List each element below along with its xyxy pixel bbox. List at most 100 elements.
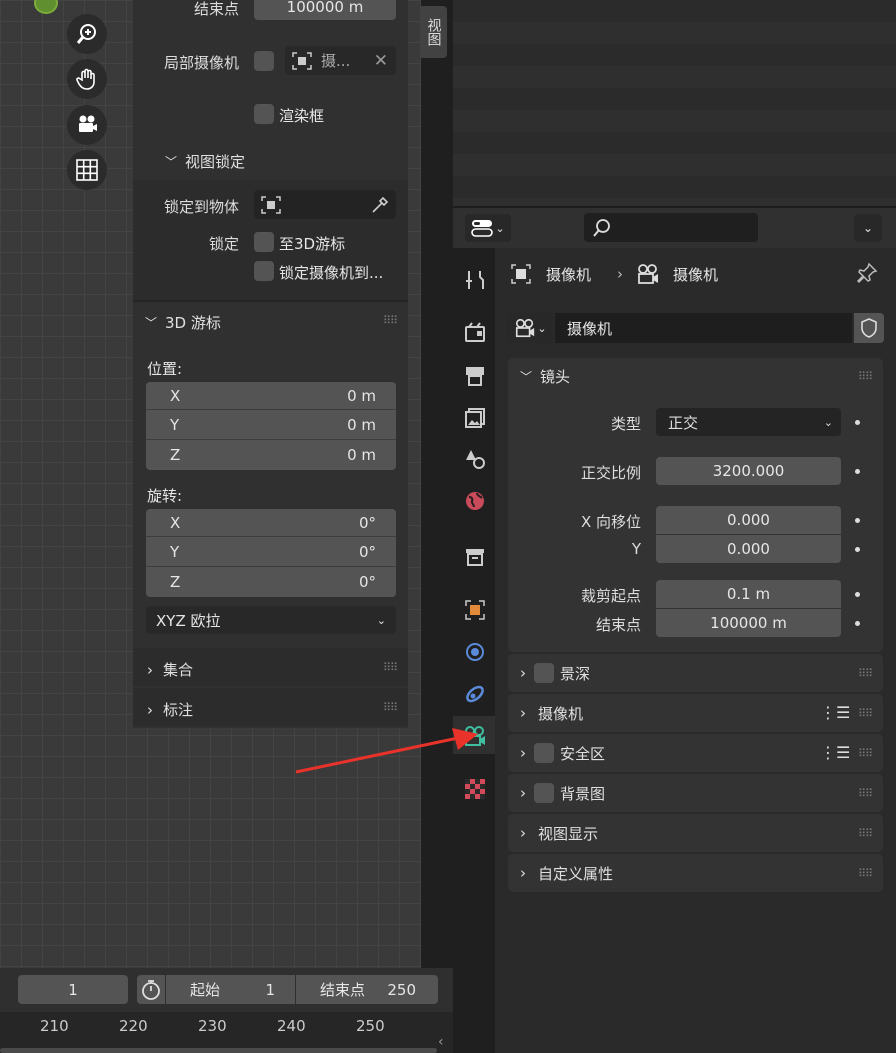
chevron-left-icon[interactable]: ‹: [438, 1034, 444, 1050]
datablock-name-field[interactable]: 摄像机: [555, 313, 852, 343]
start-frame-field[interactable]: 起始 1: [166, 975, 295, 1004]
location-x-field[interactable]: X0 m: [146, 382, 396, 410]
shift-y-field[interactable]: 0.000: [656, 535, 841, 563]
fake-user-shield-icon[interactable]: [854, 313, 884, 343]
keyframe-dot[interactable]: [855, 420, 860, 425]
lens-title: 镜头: [540, 367, 571, 386]
shift-x-field[interactable]: 0.000: [656, 506, 841, 534]
ruler-tick-label: 210: [40, 1017, 69, 1035]
ortho-scale-label: 正交比例: [580, 464, 641, 482]
end-frame-field[interactable]: 结束点 250: [296, 975, 438, 1004]
view-layer-tab-icon[interactable]: [462, 405, 488, 431]
editor-type-button[interactable]: ⌄: [465, 214, 511, 242]
drag-grip-icon[interactable]: ⠿⠿: [383, 661, 398, 674]
output-tab-icon[interactable]: [462, 363, 488, 389]
tab-view[interactable]: 视图: [420, 6, 447, 58]
current-frame-field[interactable]: 1: [18, 975, 128, 1004]
pin-icon[interactable]: [856, 262, 878, 288]
scene-tab-icon[interactable]: [462, 446, 488, 472]
local-camera-checkbox[interactable]: [254, 51, 274, 71]
collection-tab-icon[interactable]: [462, 544, 488, 570]
lock-object-field[interactable]: [254, 190, 396, 219]
rotation-y-field[interactable]: Y 0°: [146, 537, 396, 567]
physics-tab-icon[interactable]: [462, 639, 488, 665]
drag-grip-icon[interactable]: ⠿⠿: [858, 827, 873, 840]
datablock-browse-button[interactable]: ⌄: [507, 313, 553, 343]
drag-grip-icon[interactable]: ⠿⠿: [858, 867, 873, 880]
grid-ortho-icon[interactable]: [67, 150, 107, 190]
camera-panel[interactable]: › 摄像机 ⋮☰ ⠿⠿: [508, 694, 883, 732]
dof-panel[interactable]: › 景深 ⠿⠿: [508, 654, 883, 692]
drag-grip-icon[interactable]: ⠿⠿: [858, 787, 873, 800]
collections-title: 集合: [163, 661, 194, 679]
custom-properties-panel[interactable]: › 自定义属性 ⠿⠿: [508, 854, 883, 892]
shift-y-label: Y: [631, 540, 641, 558]
start-label: 起始: [190, 981, 221, 999]
properties-main: 摄像机 › 摄像机 ⌄ 摄像机 ﹀ 镜头 ⠿⠿ 类型 正交 ⌄ 正交比例 320…: [495, 248, 896, 1053]
lock-3d-cursor-checkbox[interactable]: [254, 232, 274, 252]
type-select[interactable]: 正交 ⌄: [656, 408, 841, 436]
safe-areas-checkbox[interactable]: [534, 743, 554, 763]
local-camera-field[interactable]: 摄... ✕: [285, 46, 396, 75]
safe-areas-panel[interactable]: › 安全区 ⋮☰ ⠿⠿: [508, 734, 883, 772]
drag-grip-icon[interactable]: ⠿⠿: [858, 707, 873, 720]
viewport-display-panel[interactable]: › 视图显示 ⠿⠿: [508, 814, 883, 852]
presets-list-icon[interactable]: ⋮☰: [820, 703, 850, 722]
collections-header[interactable]: › 集合: [147, 659, 193, 680]
world-tab-icon[interactable]: [462, 488, 488, 514]
lens-header[interactable]: ﹀ 镜头: [508, 358, 883, 394]
background-images-panel[interactable]: › 背景图 ⠿⠿: [508, 774, 883, 812]
drag-grip-icon[interactable]: ⠿⠿: [858, 370, 873, 383]
object-tab-icon[interactable]: [462, 597, 488, 623]
options-dropdown-button[interactable]: ⌄: [854, 214, 882, 242]
custom-properties-title: 自定义属性: [538, 864, 614, 883]
rotation-x-field[interactable]: X 0°: [146, 509, 396, 537]
drag-grip-icon[interactable]: ⠿⠿: [858, 747, 873, 760]
hand-pan-icon[interactable]: [67, 59, 107, 99]
tool-tab-icon[interactable]: [462, 267, 488, 293]
render-region-checkbox[interactable]: [254, 104, 274, 124]
location-z-field[interactable]: Z0 m: [146, 440, 396, 470]
drag-grip-icon[interactable]: ⠿⠿: [858, 667, 873, 680]
keyframe-dot[interactable]: [855, 469, 860, 474]
search-input[interactable]: [584, 213, 758, 242]
keyframe-dot[interactable]: [855, 547, 860, 552]
outliner-area[interactable]: [453, 0, 896, 206]
constraints-tab-icon[interactable]: [462, 681, 488, 707]
ortho-scale-field[interactable]: 3200.000: [656, 457, 841, 485]
rotation-mode-select[interactable]: XYZ 欧拉 ⌄: [146, 606, 396, 634]
view-lock-header[interactable]: ﹀ 视图锁定: [165, 151, 245, 172]
timeline-area: 1 起始 1 结束点 250 210 220 230 240 250 ‹: [0, 968, 453, 1053]
dof-checkbox[interactable]: [534, 663, 554, 683]
background-images-checkbox[interactable]: [534, 783, 554, 803]
eyedropper-icon[interactable]: [370, 195, 390, 215]
viewport-display-title: 视图显示: [538, 824, 599, 843]
drag-grip-icon[interactable]: ⠿⠿: [383, 314, 398, 327]
lock-3d-cursor-label: 至3D游标: [279, 235, 346, 253]
camera-data-icon: [638, 264, 659, 284]
clip-start-label: 裁剪起点: [580, 587, 641, 605]
camera-view-icon[interactable]: [67, 105, 107, 145]
clip-start-field[interactable]: 0.1 m: [656, 580, 841, 608]
lock-camera-checkbox[interactable]: [254, 261, 274, 281]
keyframe-dot[interactable]: [855, 518, 860, 523]
gizmo-y-axis-ball[interactable]: [34, 0, 58, 14]
clear-x-icon[interactable]: ✕: [374, 51, 388, 71]
3d-cursor-header[interactable]: ﹀ 3D 游标: [145, 312, 221, 333]
clip-end-field[interactable]: 100000 m: [254, 0, 396, 20]
keyframe-dot[interactable]: [855, 621, 860, 626]
zoom-icon[interactable]: [67, 14, 107, 54]
ruler-tick-label: 230: [198, 1017, 227, 1035]
clip-end-field[interactable]: 100000 m: [656, 609, 841, 637]
location-y-field[interactable]: Y0 m: [146, 410, 396, 440]
clip-end-label: 结束点: [595, 616, 641, 634]
render-tab-icon[interactable]: [462, 319, 488, 345]
annotations-header[interactable]: › 标注: [147, 699, 193, 720]
presets-list-icon[interactable]: ⋮☰: [820, 743, 850, 762]
drag-grip-icon[interactable]: ⠿⠿: [383, 701, 398, 714]
keyframe-dot[interactable]: [855, 592, 860, 597]
timeline-scrollbar[interactable]: [0, 1048, 437, 1053]
rotation-z-field[interactable]: Z 0°: [146, 567, 396, 597]
frame-ruler[interactable]: 210 220 230 240 250 ‹: [0, 1012, 453, 1053]
stopwatch-icon[interactable]: [137, 975, 165, 1004]
